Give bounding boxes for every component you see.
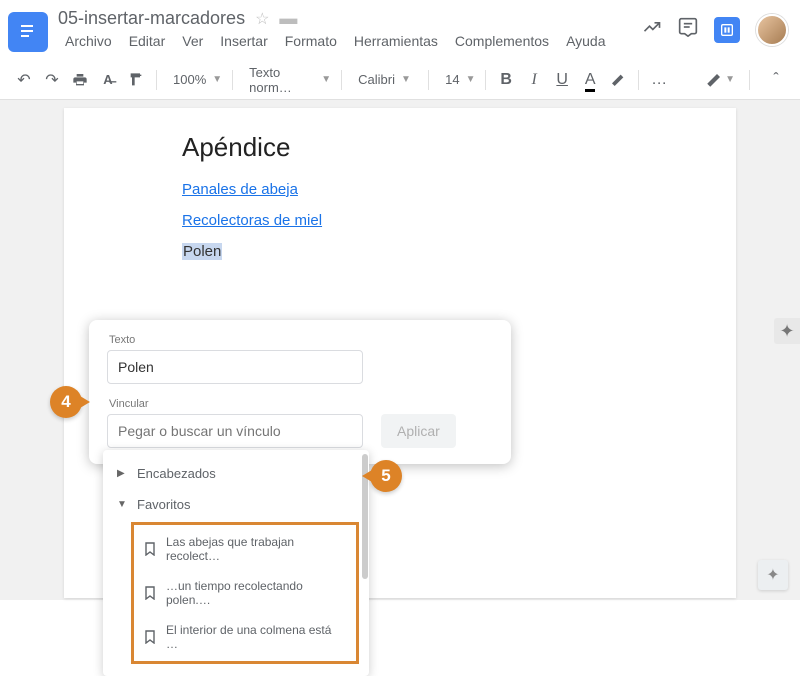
size-dropdown[interactable]: 14▼ xyxy=(437,68,477,92)
editing-mode-button[interactable]: ▼ xyxy=(705,68,735,92)
print-button[interactable] xyxy=(68,68,92,92)
chevron-down-icon: ▼ xyxy=(117,499,129,510)
bookmark-icon xyxy=(144,630,156,644)
style-dropdown[interactable]: Texto norm…▼ xyxy=(241,68,333,92)
undo-button[interactable]: ↶ xyxy=(12,68,36,92)
activity-icon[interactable] xyxy=(642,17,662,43)
collapse-button[interactable]: ˆ xyxy=(764,68,788,92)
avatar[interactable] xyxy=(756,14,788,46)
bookmarks-section[interactable]: ▼ Favoritos xyxy=(103,489,369,520)
page-heading: Apéndice xyxy=(182,132,638,163)
menu-herramientas[interactable]: Herramientas xyxy=(347,31,445,51)
docs-logo[interactable] xyxy=(8,12,48,52)
apply-button[interactable]: Aplicar xyxy=(381,414,456,448)
callout-5: 5 xyxy=(370,460,402,492)
spellcheck-button[interactable]: A̶ xyxy=(96,68,120,92)
font-dropdown[interactable]: Calibri▼ xyxy=(350,68,420,92)
italic-button[interactable]: I xyxy=(522,68,546,92)
bookmark-icon xyxy=(144,542,156,556)
explore-button[interactable]: ✦ xyxy=(758,560,788,590)
chevron-right-icon: ▶ xyxy=(117,468,129,479)
link-text-input[interactable] xyxy=(107,350,363,384)
text-field-label: Texto xyxy=(109,334,493,346)
bookmarks-highlight: Las abejas que trabajan recolect… …un ti… xyxy=(131,522,359,664)
paint-format-button[interactable] xyxy=(124,68,148,92)
bookmark-icon xyxy=(144,586,156,600)
menubar: Archivo Editar Ver Insertar Formato Herr… xyxy=(58,31,642,51)
text-color-button[interactable]: A xyxy=(578,68,602,92)
bold-button[interactable]: B xyxy=(494,68,518,92)
folder-icon[interactable]: ▬ xyxy=(279,8,297,29)
menu-complementos[interactable]: Complementos xyxy=(448,31,556,51)
menu-ayuda[interactable]: Ayuda xyxy=(559,31,612,51)
menu-insertar[interactable]: Insertar xyxy=(213,31,274,51)
underline-button[interactable]: U xyxy=(550,68,574,92)
menu-formato[interactable]: Formato xyxy=(278,31,344,51)
share-badge[interactable] xyxy=(714,17,740,43)
bookmark-item[interactable]: Las abejas que trabajan recolect… xyxy=(134,527,356,571)
link-url-input[interactable] xyxy=(107,414,363,448)
menu-archivo[interactable]: Archivo xyxy=(58,31,119,51)
link-suggestions: ▶ Encabezados ▼ Favoritos Las abejas que… xyxy=(103,450,369,676)
redo-button[interactable]: ↷ xyxy=(40,68,64,92)
bookmark-item[interactable]: …un tiempo recolectando polen.… xyxy=(134,571,356,615)
selected-text[interactable]: Polen xyxy=(182,243,222,260)
bookmark-item[interactable]: El interior de una colmena está … xyxy=(134,615,356,659)
headings-section[interactable]: ▶ Encabezados xyxy=(103,458,369,489)
comment-icon[interactable] xyxy=(678,17,698,43)
more-button[interactable]: … xyxy=(647,68,671,92)
menu-ver[interactable]: Ver xyxy=(175,31,210,51)
doc-link[interactable]: Recolectoras de miel xyxy=(182,212,638,229)
add-comment-button[interactable]: ✦ xyxy=(774,318,800,344)
doc-link[interactable]: Panales de abeja xyxy=(182,181,638,198)
doc-title[interactable]: 05-insertar-marcadores xyxy=(58,8,245,29)
highlight-button[interactable] xyxy=(606,68,630,92)
callout-4: 4 xyxy=(50,386,82,418)
menu-editar[interactable]: Editar xyxy=(122,31,173,51)
zoom-dropdown[interactable]: 100%▼ xyxy=(165,68,224,92)
link-field-label: Vincular xyxy=(109,398,493,410)
toolbar: ↶ ↷ A̶ 100%▼ Texto norm…▼ Calibri▼ 14▼ B… xyxy=(0,60,800,100)
star-icon[interactable]: ☆ xyxy=(255,9,269,29)
link-dialog: Texto Vincular Aplicar ▶ Encabezados ▼ F… xyxy=(89,320,511,464)
